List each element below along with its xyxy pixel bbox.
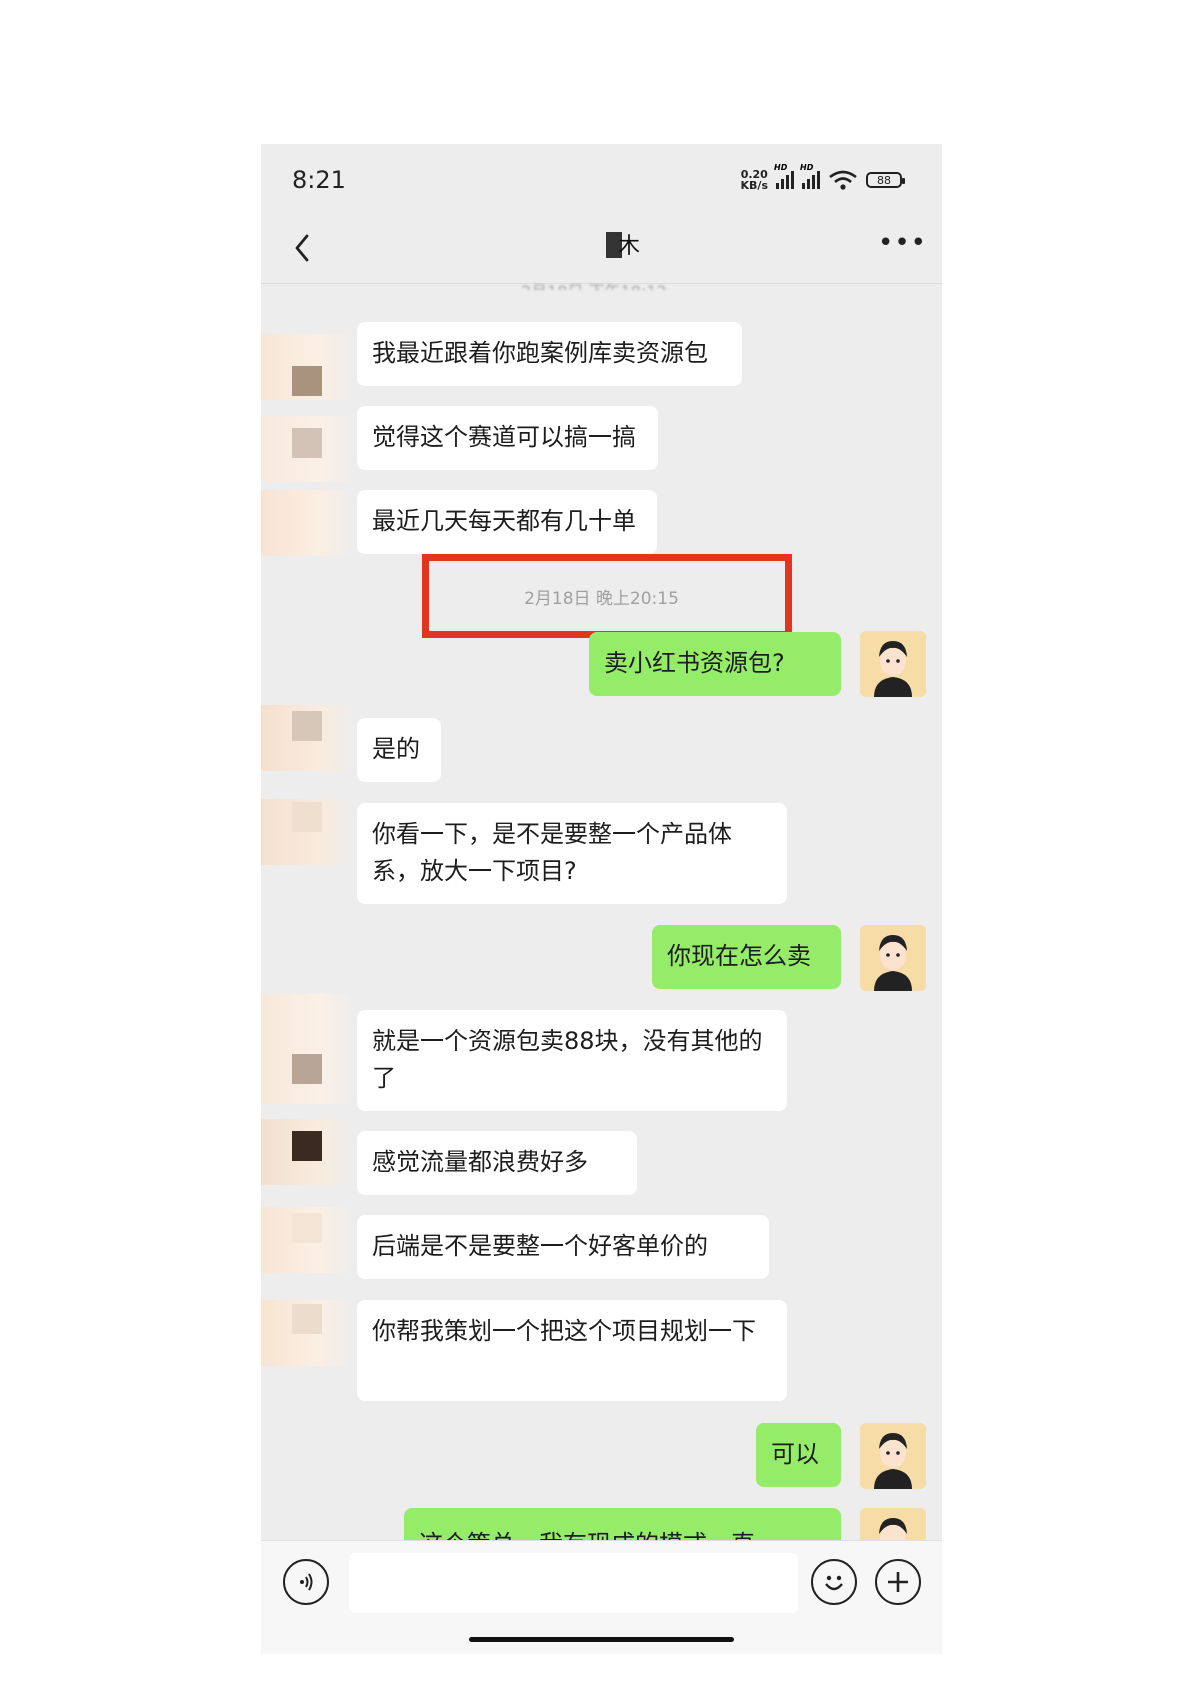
network-speed-unit: KB/s — [740, 179, 768, 192]
message-bubble-left[interactable]: 就是一个资源包卖88块，没有其他的了 — [357, 1010, 787, 1111]
message-input[interactable] — [349, 1553, 798, 1613]
voice-icon[interactable] — [283, 1559, 329, 1605]
message-bubble-right[interactable]: 卖小红书资源包? — [589, 632, 841, 696]
avatar[interactable] — [261, 799, 356, 865]
emoji-icon[interactable] — [811, 1559, 857, 1605]
home-indicator — [469, 1637, 734, 1642]
chat-header: 木 ••• — [261, 214, 942, 284]
message-bubble-right[interactable]: 可以 — [756, 1423, 841, 1487]
status-time: 8:21 — [292, 166, 346, 194]
signal-hd-label: HD — [774, 163, 788, 172]
cartoon-man-icon — [860, 925, 926, 991]
message-bubble-left[interactable]: 是的 — [357, 718, 441, 782]
avatar[interactable] — [261, 1300, 356, 1366]
signal-icon: HD — [774, 163, 794, 189]
message-bubble-left[interactable]: 你看一下，是不是要整一个产品体系，放大一下项目? — [357, 803, 787, 904]
smiley-face-icon — [825, 1575, 843, 1591]
my-avatar[interactable] — [860, 1423, 926, 1489]
avatar[interactable] — [261, 416, 356, 482]
network-speed: 0.20 KB/s — [741, 169, 768, 191]
signal-icon-2: HD — [800, 163, 820, 189]
message-bubble-left[interactable]: 后端是不是要整一个好客单价的 — [357, 1215, 769, 1279]
more-dots-icon[interactable]: ••• — [878, 230, 926, 258]
chevron-left-icon[interactable] — [285, 226, 325, 270]
avatar[interactable] — [261, 1119, 356, 1185]
message-bubble-left[interactable]: 感觉流量都浪费好多 — [357, 1131, 637, 1195]
message-bubble-right[interactable]: 你现在怎么卖 — [652, 925, 841, 989]
avatar[interactable] — [261, 334, 356, 400]
message-bubble-left[interactable]: 你帮我策划一个把这个项目规划一下 — [357, 1300, 787, 1401]
highlight-box — [422, 554, 792, 638]
message-bubble-left[interactable]: 我最近跟着你跑案例库卖资源包 — [357, 322, 742, 386]
chat-title: 木 — [618, 234, 641, 259]
avatar[interactable] — [261, 994, 356, 1104]
signal-hd-label-2: HD — [800, 163, 814, 172]
wifi-icon — [829, 170, 857, 190]
plus-icon[interactable] — [875, 1559, 921, 1605]
phone-screen: 8:21 0.20 KB/s HD HD 88 木 ••• 我最近跟着你跑案例库… — [261, 144, 942, 1654]
avatar[interactable] — [261, 490, 356, 556]
my-avatar[interactable] — [860, 925, 926, 991]
message-bubble-left[interactable]: 最近几天每天都有几十单 — [357, 490, 657, 554]
input-bar — [261, 1540, 942, 1654]
status-icons: 0.20 KB/s HD HD 88 — [741, 163, 905, 194]
top-timestamp: 2月18日 下午18:12 — [521, 278, 667, 290]
voice-waves-icon — [300, 1573, 313, 1591]
status-bar: 8:21 0.20 KB/s HD HD 88 — [261, 144, 942, 214]
my-avatar[interactable] — [860, 631, 926, 697]
avatar[interactable] — [261, 1207, 356, 1273]
cartoon-man-icon — [860, 1423, 926, 1489]
avatar[interactable] — [261, 705, 356, 771]
battery-icon: 88 — [866, 172, 905, 188]
message-bubble-left[interactable]: 觉得这个赛道可以搞一搞 — [357, 406, 658, 470]
cartoon-man-icon — [860, 631, 926, 697]
plus-sign-icon — [888, 1572, 908, 1592]
